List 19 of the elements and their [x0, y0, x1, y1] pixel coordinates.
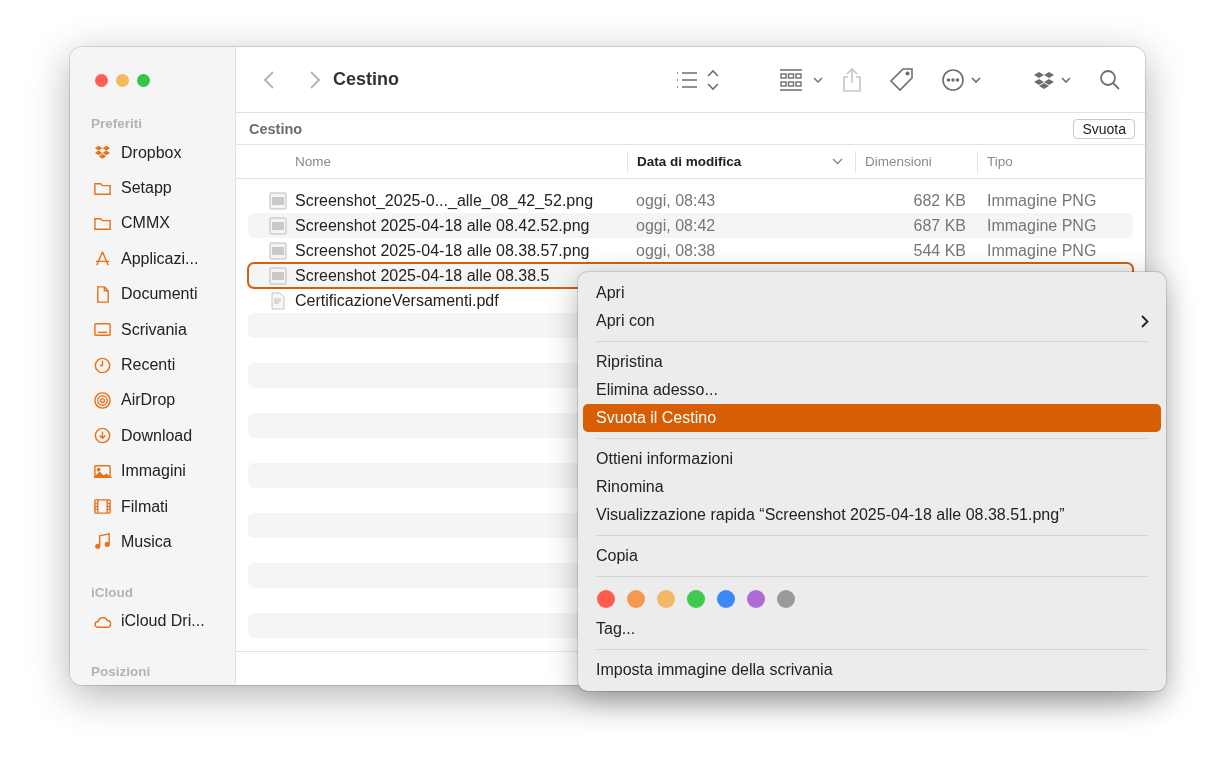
- file-name: CertificazioneVersamenti.pdf: [295, 291, 499, 310]
- file-name: Screenshot 2025-04-18 alle 08.38.5: [295, 266, 550, 285]
- file-name: Screenshot 2025-04-18 alle 08.42.52.png: [295, 216, 590, 235]
- folder-title: Cestino: [249, 120, 303, 137]
- date-cell-text: oggi, 08:42: [635, 216, 717, 235]
- file-name: Screenshot 2025-04-18 alle 08.38.57.png: [295, 241, 590, 260]
- date-cell-text: oggi, 08:43: [635, 191, 717, 210]
- section-header: iCloud: [90, 583, 134, 602]
- file-name: Screenshot_2025-0..._alle_08_42_52.png: [295, 191, 594, 210]
- window-title: Cestino: [333, 69, 399, 90]
- size-cell-text: 687 KB: [912, 216, 967, 235]
- size-cell-text: 544 KB: [912, 241, 967, 260]
- date-cell-text: oggi, 08:38: [635, 241, 717, 260]
- size-cell-text: 682 KB: [912, 191, 967, 210]
- type-cell-text: Immagine PNG: [986, 191, 1098, 210]
- type-cell-text: Immagine PNG: [986, 241, 1098, 260]
- section-header: Posizioni: [90, 663, 152, 682]
- type-cell-text: Immagine PNG: [986, 216, 1098, 235]
- section-header: Preferiti: [90, 115, 144, 133]
